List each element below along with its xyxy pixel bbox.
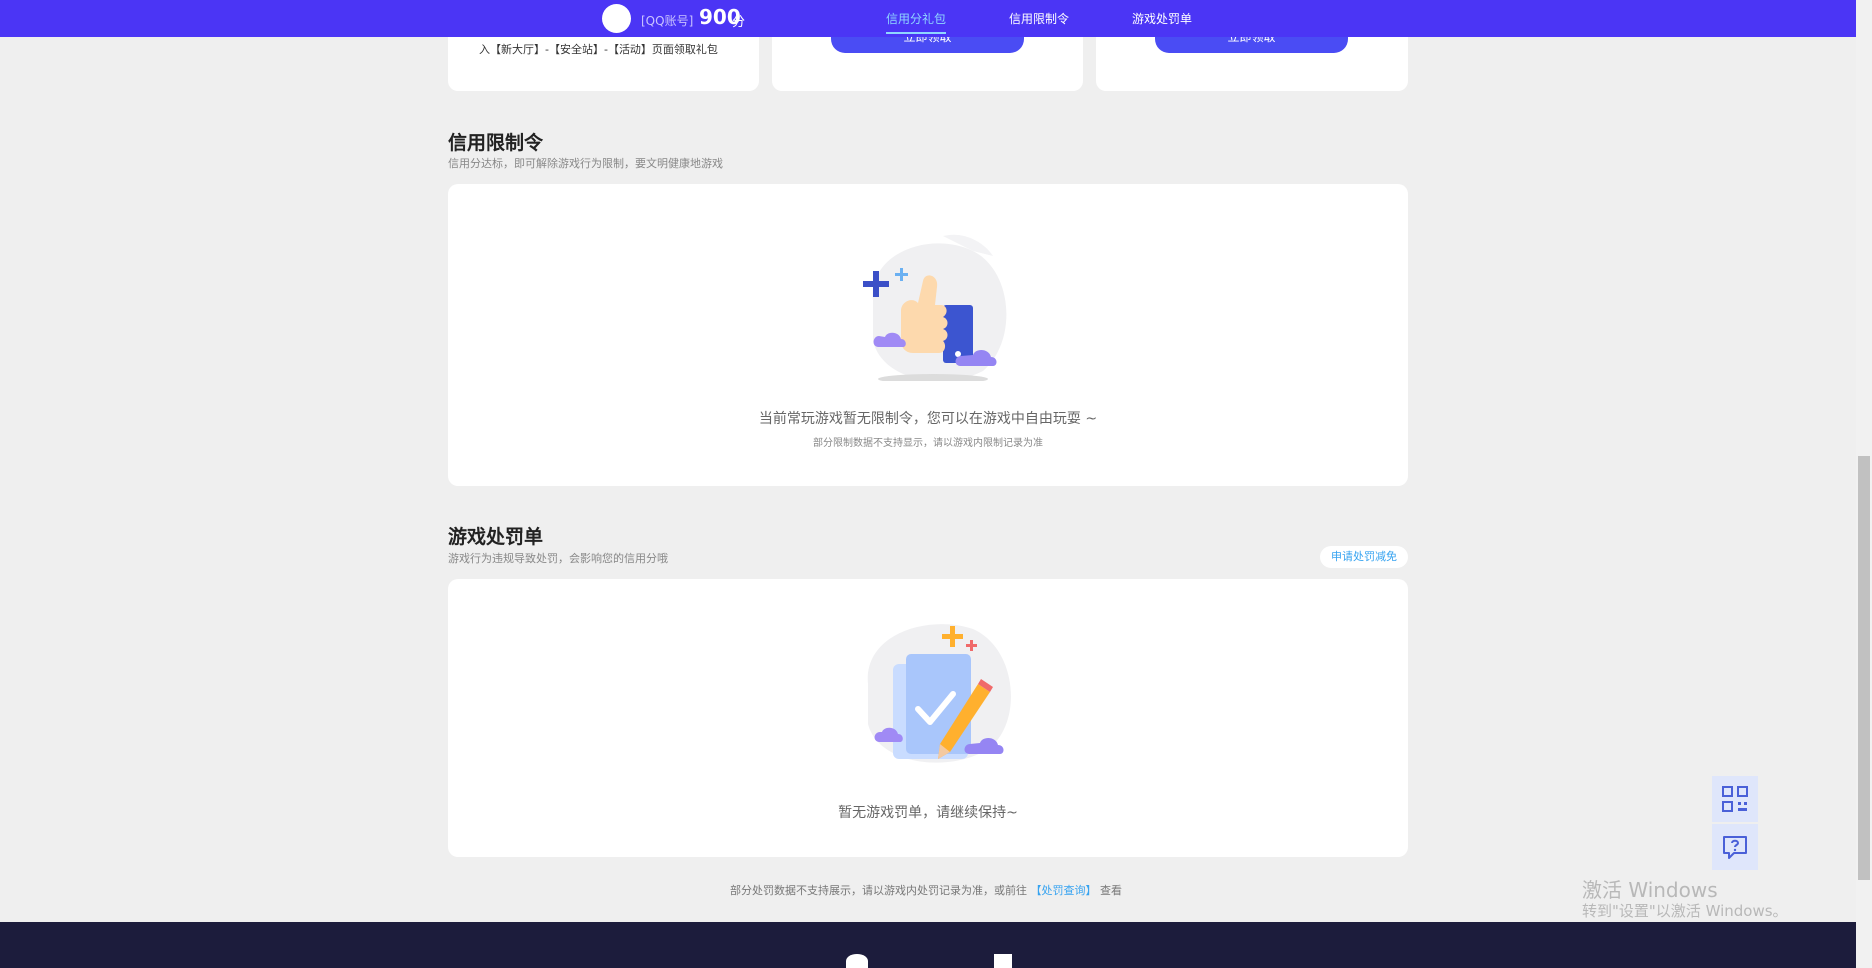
tab-credit-restriction[interactable]: 信用限制令 [1009,10,1069,27]
tab-game-penalty[interactable]: 游戏处罚单 [1132,10,1192,27]
penalty-title: 游戏处罚单 [448,526,544,548]
restriction-card: 当前常玩游戏暂无限制令，您可以在游戏中自由玩耍 ~ 部分限制数据不支持显示，请以… [448,184,1408,486]
tab-credit-gift[interactable]: 信用分礼包 [886,10,947,34]
restriction-subtitle: 信用分达标，即可解除游戏行为限制，要文明健康地游戏 [448,157,723,170]
footnote-suffix: 查看 [1100,884,1122,897]
thumbs-up-illustration [863,234,1007,381]
help-chat-icon [1723,836,1747,859]
restriction-empty-note: 部分限制数据不支持显示，请以游戏内限制记录为准 [813,438,1043,449]
penalty-query-link[interactable]: 【处罚查询】 [1031,884,1097,897]
restriction-empty-text: 当前常玩游戏暂无限制令，您可以在游戏中自由玩耍 ~ [758,411,1098,427]
penalty-card: 暂无游戏罚单，请继续保持~ [448,579,1408,857]
scrollbar-thumb[interactable] [1858,456,1870,880]
wechat-icon[interactable] [846,954,868,968]
penalty-empty-text: 暂无游戏罚单，请继续保持~ [838,805,1018,821]
apply-penalty-reduction-button[interactable]: 申请处罚减免 [1320,546,1408,568]
gift-card-instruction: 入【新大厅】-【安全站】-【活动】页面领取礼包 [479,43,718,56]
restriction-title: 信用限制令 [448,132,544,154]
account-label: [QQ账号] [641,14,694,28]
top-nav-bar: [QQ账号] 900 分 信用分礼包 信用限制令 游戏处罚单 [0,0,1856,37]
page-footer [0,922,1856,968]
penalty-footnote: 部分处罚数据不支持展示，请以游戏内处罚记录为准，或前往 【处罚查询】 查看 [730,882,1122,898]
qrcode-icon [1722,786,1748,812]
mail-icon[interactable] [994,954,1012,968]
windows-activation-watermark: 激活 Windows [1582,878,1718,902]
help-button[interactable] [1712,824,1758,870]
avatar[interactable] [602,4,631,33]
penalty-subtitle: 游戏行为违规导致处罚，会影响您的信用分哦 [448,552,668,565]
score-unit: 分 [732,15,746,30]
footnote-text: 部分处罚数据不支持展示，请以游戏内处罚记录为准，或前往 [730,884,1027,897]
windows-activation-hint: 转到"设置"以激活 Windows。 [1582,902,1788,920]
qrcode-button[interactable] [1712,776,1758,822]
clipboard-illustration [867,624,1011,763]
